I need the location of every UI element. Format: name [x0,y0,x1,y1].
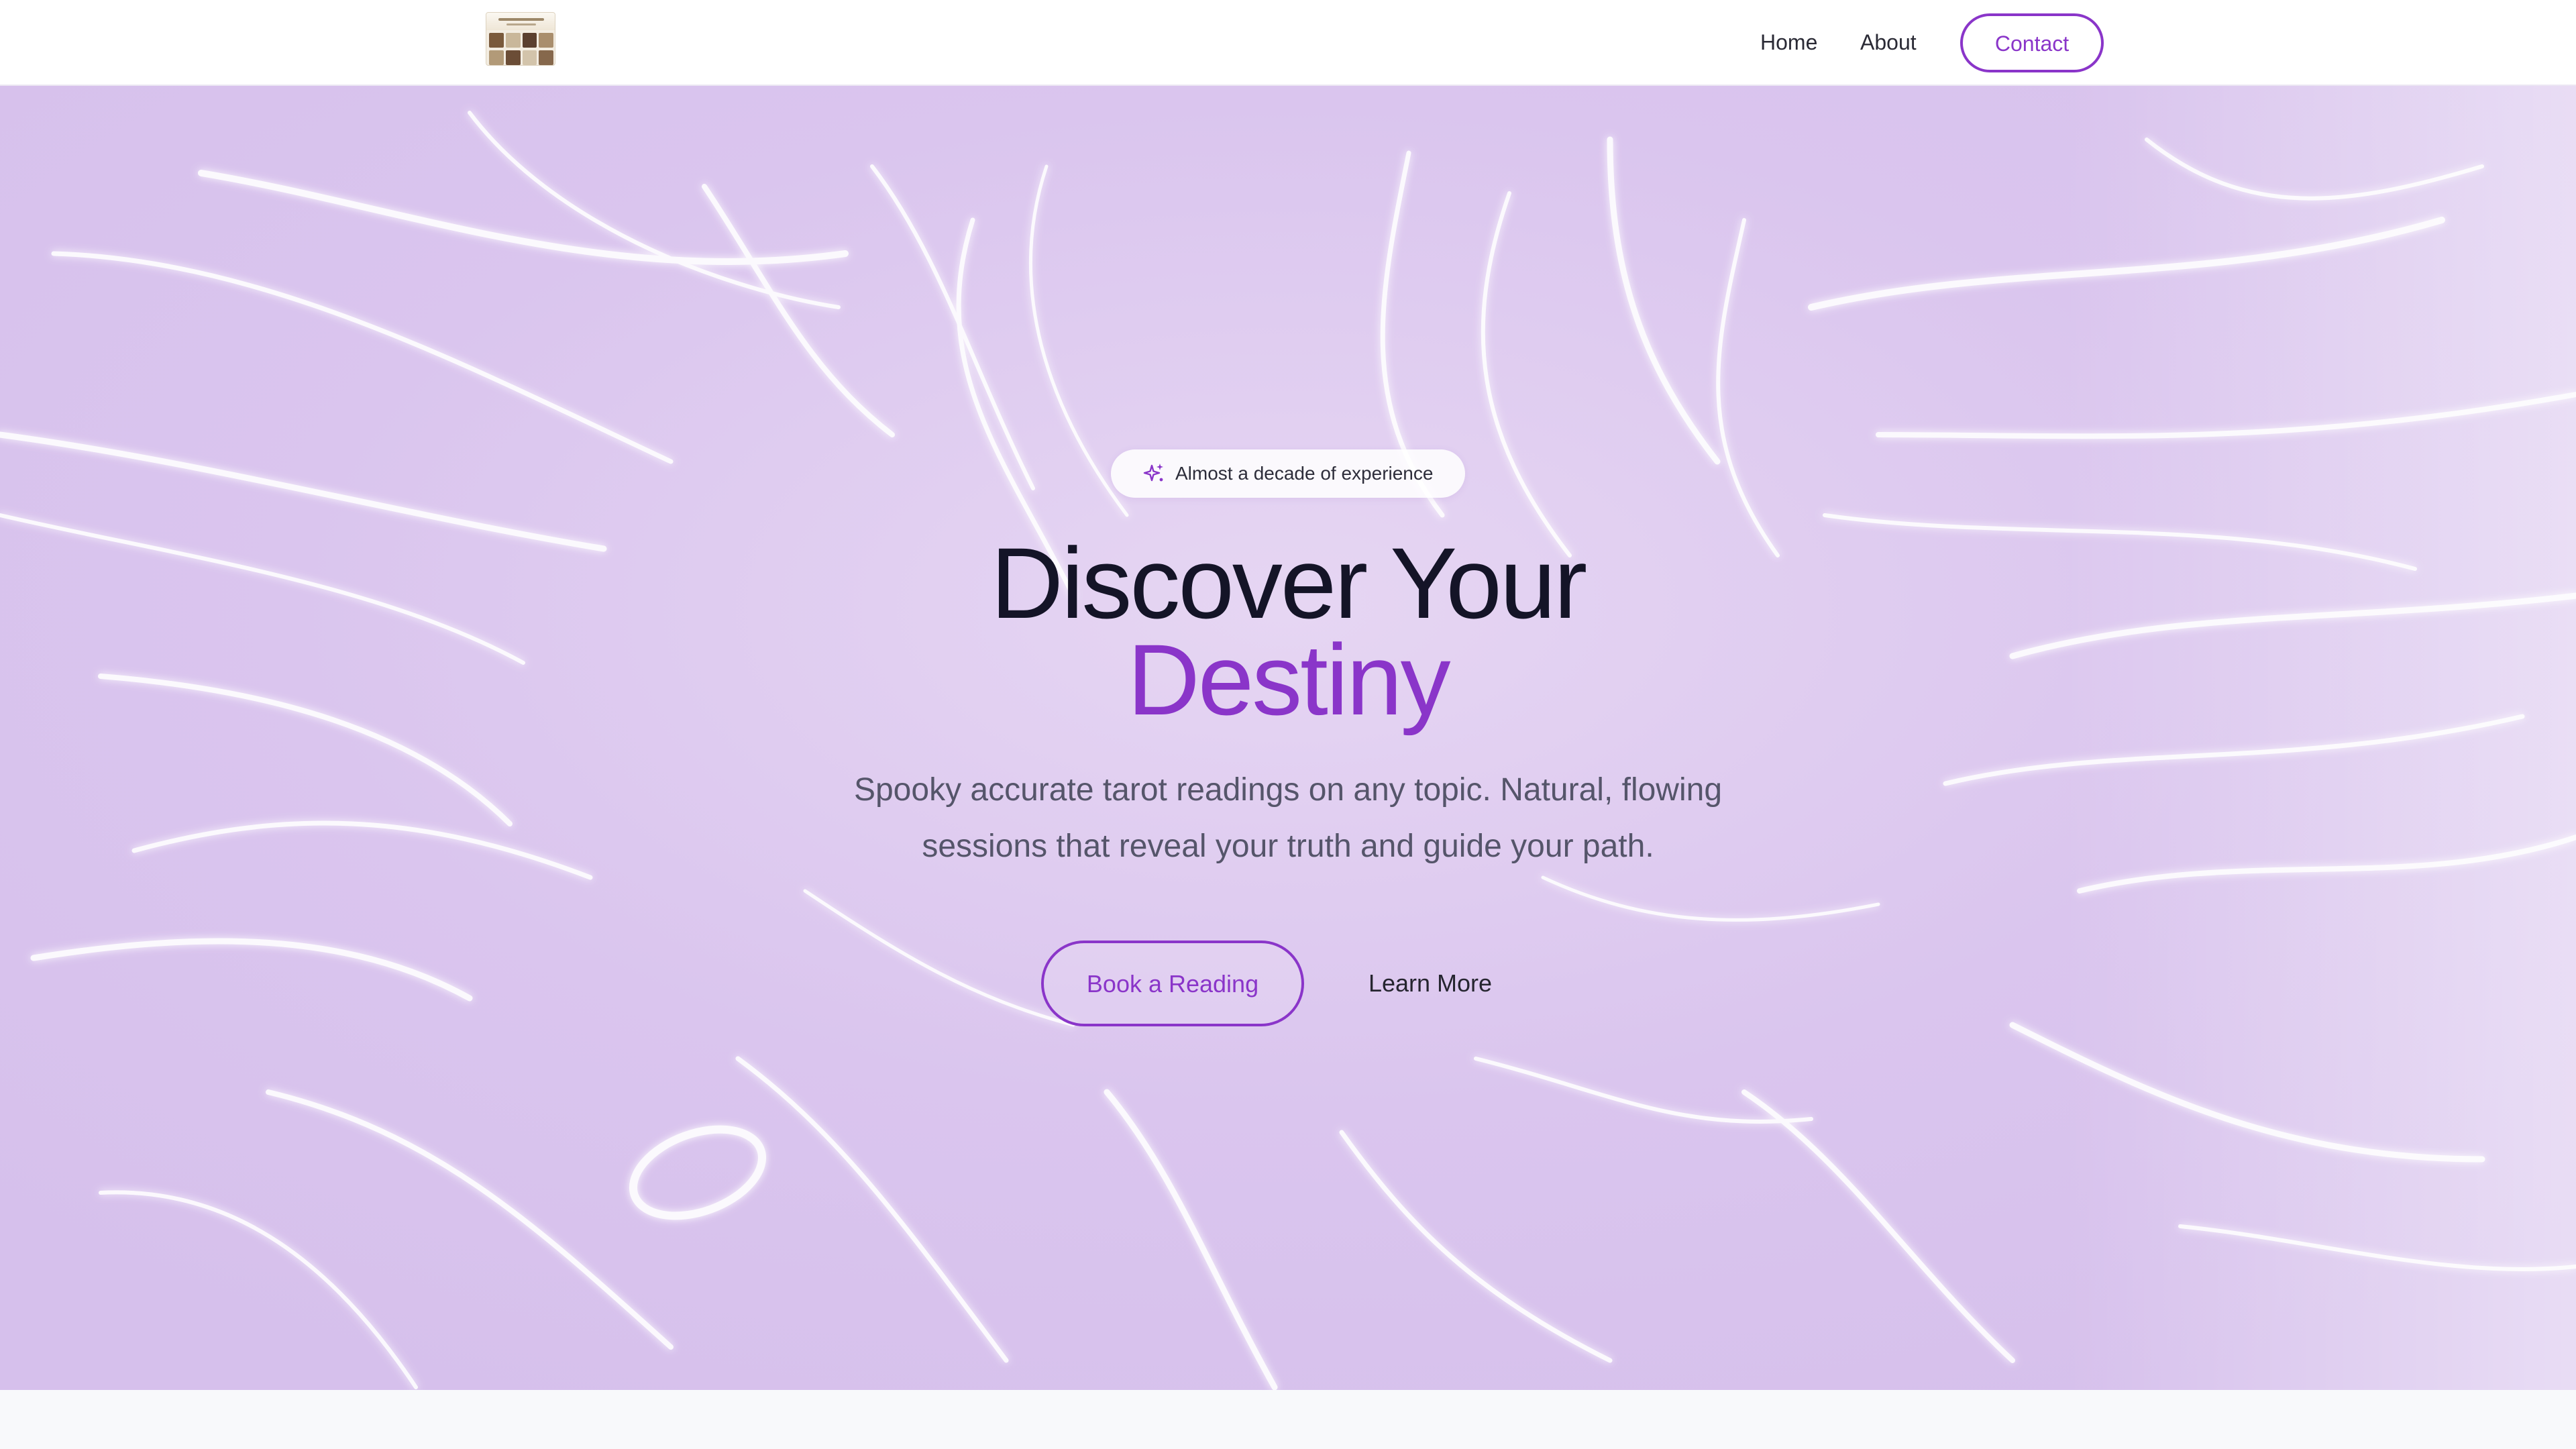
hero-subtext: Spooky accurate tarot readings on any to… [853,772,1723,864]
sparkles-icon [1143,464,1163,482]
next-section-top [0,1390,2576,1449]
nav-link-about[interactable]: About [1860,27,1917,58]
hero-background-swirl [0,86,2576,1390]
hero-headline-accent: Destiny [1127,623,1450,736]
learn-more-link[interactable]: Learn More [1348,941,1512,1026]
logo-card-row [489,33,553,48]
experience-badge: Almost a decade of experience [1111,449,1465,498]
book-reading-button[interactable]: Book a Reading [1041,941,1304,1026]
nav-link-home[interactable]: Home [1760,27,1817,58]
hero-section: Almost a decade of experience Discover Y… [0,86,2576,1390]
logo-header-band [486,13,555,30]
logo-title-mark [498,18,544,21]
badge-label: Almost a decade of experience [1175,463,1434,484]
hero-headline: Discover Your [990,527,1588,639]
site-logo[interactable] [486,12,555,66]
logo-card-row [489,50,553,65]
logo-subtitle-mark [506,23,536,25]
contact-button[interactable]: Contact [1960,13,2104,72]
top-navbar: Home About Contact [0,0,2576,86]
